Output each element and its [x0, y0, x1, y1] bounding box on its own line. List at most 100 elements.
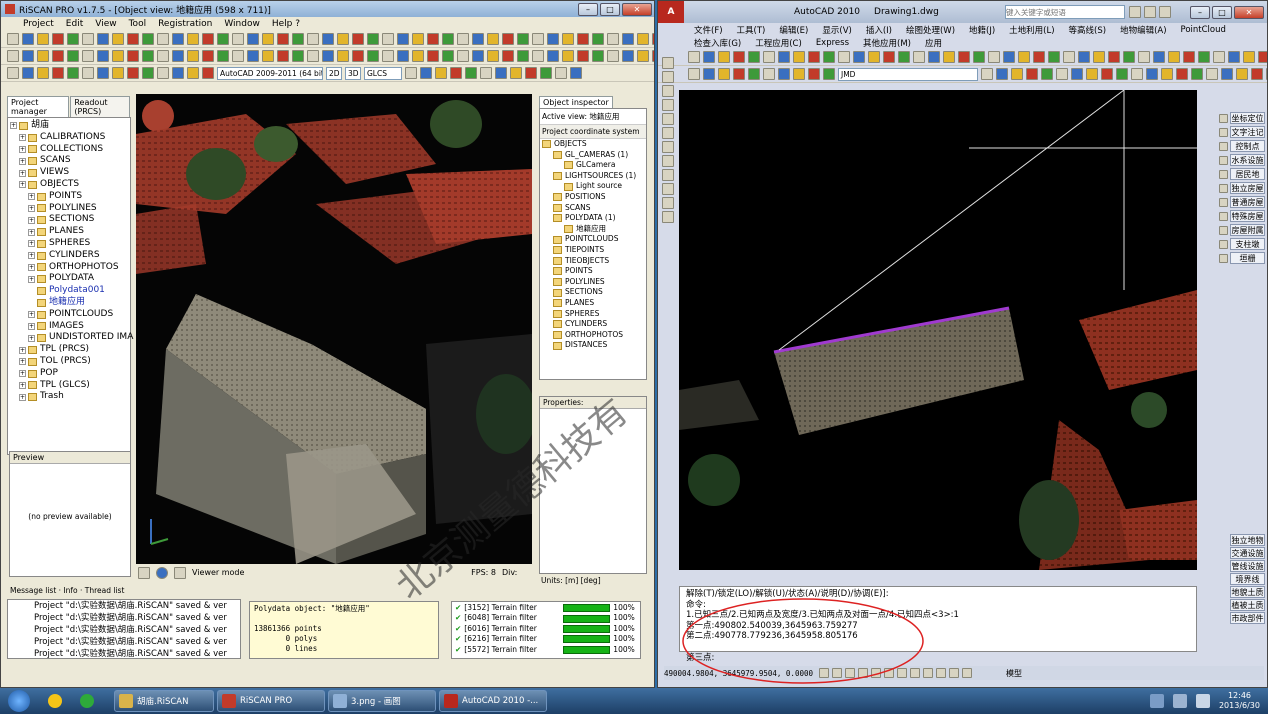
rs2-tool-icon-16[interactable] — [247, 50, 259, 62]
inspector-item[interactable]: OBJECTS — [542, 139, 646, 150]
cad2b-tool-icon-16[interactable] — [1221, 68, 1233, 80]
help-search-input[interactable] — [1004, 5, 1125, 19]
expand-icon[interactable]: + — [28, 334, 35, 342]
rs1-tool-icon-25[interactable] — [382, 33, 394, 45]
cad-horizontal-scroll[interactable] — [679, 570, 1197, 584]
rs1-tool-icon-33[interactable] — [502, 33, 514, 45]
expand-icon[interactable]: + — [28, 311, 35, 319]
menu-item-5[interactable]: Window — [224, 19, 260, 29]
rs3b-tool-icon-3[interactable] — [450, 67, 462, 79]
tab-readout[interactable]: Readout (PRCS) — [70, 96, 130, 117]
menu-item-0[interactable]: Project — [23, 19, 54, 29]
rs1-tool-icon-15[interactable] — [232, 33, 244, 45]
clock[interactable]: 12:46 2013/6/30 — [1219, 691, 1260, 711]
panel-bottom-button[interactable]: 交通设施 — [1230, 547, 1265, 559]
tree-item[interactable]: 地籍应用 — [10, 297, 130, 309]
rs3a-tool-icon-5[interactable] — [82, 67, 94, 79]
cad2a-tool-icon-6[interactable] — [778, 68, 790, 80]
cad1-tool-icon-26[interactable] — [1078, 51, 1090, 63]
rs2-tool-icon-0[interactable] — [7, 50, 19, 62]
cad1-tool-icon-30[interactable] — [1138, 51, 1150, 63]
panel-item-button[interactable]: 文字注记 — [1230, 126, 1265, 138]
cad1-tool-icon-11[interactable] — [853, 51, 865, 63]
cad-menu-item[interactable]: 编辑(E) — [779, 24, 808, 36]
rs1-tool-icon-35[interactable] — [532, 33, 544, 45]
menu-item-6[interactable]: Help ? — [272, 19, 300, 29]
tree-item[interactable]: + POLYLINES — [10, 203, 130, 215]
cad1-tool-icon-32[interactable] — [1168, 51, 1180, 63]
cad2a-tool-icon-5[interactable] — [763, 68, 775, 80]
rs2-tool-icon-25[interactable] — [382, 50, 394, 62]
rs3b-tool-icon-8[interactable] — [525, 67, 537, 79]
inspector-item[interactable]: POLYLINES — [542, 277, 646, 288]
cad1-tool-icon-35[interactable] — [1213, 51, 1225, 63]
browser-icon[interactable] — [80, 694, 94, 708]
rs3a-tool-icon-12[interactable] — [187, 67, 199, 79]
inspector-item[interactable]: SPHERES — [542, 309, 646, 320]
panel-item-button[interactable]: 支柱墩 — [1230, 238, 1265, 250]
cad-left-tool-icon-7[interactable] — [662, 155, 674, 167]
cad-menu-item[interactable]: 工具(T) — [737, 24, 766, 36]
taskbar-item[interactable]: AutoCAD 2010 -... — [439, 690, 547, 712]
cad-close-button[interactable]: ✕ — [1234, 5, 1264, 19]
rs1-tool-icon-38[interactable] — [577, 33, 589, 45]
cad2b-tool-icon-19[interactable] — [1266, 68, 1267, 80]
tree-item[interactable]: + POINTCLOUDS — [10, 309, 130, 321]
inspector-item[interactable]: POINTS — [542, 266, 646, 277]
panel-item-button[interactable]: 垣栅 — [1230, 252, 1265, 264]
rs2-tool-icon-10[interactable] — [157, 50, 169, 62]
rs1-tool-icon-23[interactable] — [352, 33, 364, 45]
cad1-tool-icon-14[interactable] — [898, 51, 910, 63]
cad-left-tool-icon-4[interactable] — [662, 113, 674, 125]
cad1-tool-icon-23[interactable] — [1033, 51, 1045, 63]
cad1-tool-icon-0[interactable] — [688, 51, 700, 63]
rs3b-tool-icon-5[interactable] — [480, 67, 492, 79]
panel-item-button[interactable]: 水系设施 — [1230, 154, 1265, 166]
panel-item-button[interactable]: 房屋附属 — [1230, 224, 1265, 236]
expand-icon[interactable]: + — [19, 169, 26, 177]
help-icon[interactable] — [1158, 6, 1171, 18]
rs3a-tool-icon-11[interactable] — [172, 67, 184, 79]
rs2-tool-icon-37[interactable] — [562, 50, 574, 62]
cad1-tool-icon-7[interactable] — [793, 51, 805, 63]
cad2b-tool-icon-1[interactable] — [996, 68, 1008, 80]
rs2-tool-icon-4[interactable] — [67, 50, 79, 62]
panel-bottom-button[interactable]: 境界线 — [1230, 573, 1265, 585]
cad1-tool-icon-33[interactable] — [1183, 51, 1195, 63]
rs1-tool-icon-42[interactable] — [637, 33, 649, 45]
rs1-tool-icon-3[interactable] — [52, 33, 64, 45]
panel-item-button[interactable]: 特殊房屋 — [1230, 210, 1265, 222]
expand-icon[interactable]: + — [19, 157, 26, 165]
cad1-tool-icon-4[interactable] — [748, 51, 760, 63]
tree-item[interactable]: + IMAGES — [10, 321, 130, 333]
cad2a-tool-icon-4[interactable] — [748, 68, 760, 80]
cad1-tool-icon-3[interactable] — [733, 51, 745, 63]
expand-icon[interactable]: + — [19, 181, 26, 189]
cad-minimize-button[interactable]: – — [1190, 5, 1210, 19]
tree-item[interactable]: + SPHERES — [10, 238, 130, 250]
rs3b-tool-icon-11[interactable] — [570, 67, 582, 79]
cad1-tool-icon-21[interactable] — [1003, 51, 1015, 63]
rs2-tool-icon-35[interactable] — [532, 50, 544, 62]
rs2-tool-icon-7[interactable] — [112, 50, 124, 62]
cad1-tool-icon-24[interactable] — [1048, 51, 1060, 63]
panel-bottom-button[interactable]: 植被土质 — [1230, 599, 1265, 611]
save-view-icon[interactable] — [174, 566, 186, 579]
cad1-tool-icon-12[interactable] — [868, 51, 880, 63]
tree-item[interactable]: + CYLINDERS — [10, 250, 130, 262]
cad1-tool-icon-15[interactable] — [913, 51, 925, 63]
inspector-item[interactable]: LIGHTSOURCES (1) — [542, 171, 646, 182]
rs2-tool-icon-21[interactable] — [322, 50, 334, 62]
rs2-tool-icon-15[interactable] — [232, 50, 244, 62]
rs2-tool-icon-38[interactable] — [577, 50, 589, 62]
panel-item-button[interactable]: 控制点 — [1230, 140, 1265, 152]
rs2-tool-icon-20[interactable] — [307, 50, 319, 62]
qq-icon[interactable] — [48, 694, 62, 708]
panel-item-button[interactable]: 坐标定位 — [1230, 112, 1265, 124]
inspector-item[interactable]: POINTCLOUDS — [542, 234, 646, 245]
expand-icon[interactable]: + — [10, 122, 17, 130]
cad1-tool-icon-6[interactable] — [778, 51, 790, 63]
rs1-tool-icon-5[interactable] — [82, 33, 94, 45]
cad2b-tool-icon-3[interactable] — [1026, 68, 1038, 80]
rs1-tool-icon-20[interactable] — [307, 33, 319, 45]
